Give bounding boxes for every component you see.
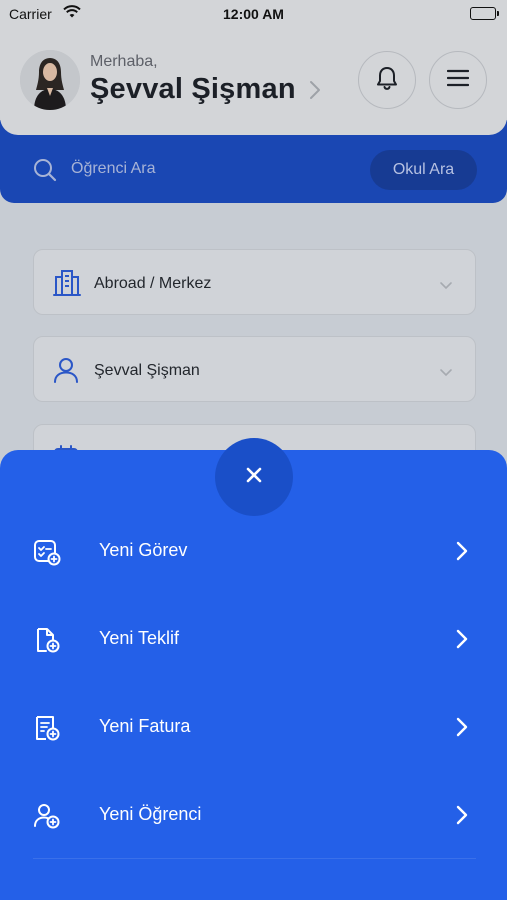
document-add-icon xyxy=(33,626,61,659)
menu-button[interactable] xyxy=(429,51,487,109)
building-icon xyxy=(52,269,82,302)
search-icon xyxy=(33,158,57,187)
user-icon xyxy=(52,356,80,389)
branch-select[interactable]: Abroad / Merkez xyxy=(33,249,476,315)
school-search-button[interactable]: Okul Ara xyxy=(370,150,477,190)
new-task-item[interactable]: Yeni Görev xyxy=(0,521,507,581)
clock: 12:00 AM xyxy=(223,6,284,22)
user-name[interactable]: Şevval Şişman xyxy=(90,73,296,106)
new-invoice-label: Yeni Fatura xyxy=(99,716,191,736)
chevron-down-icon xyxy=(439,277,453,295)
new-offer-item[interactable]: Yeni Teklif xyxy=(0,609,507,669)
new-student-item[interactable]: Yeni Öğrenci xyxy=(0,785,507,845)
chevron-right-icon xyxy=(455,716,469,743)
chevron-right-icon[interactable] xyxy=(309,80,321,105)
chevron-right-icon xyxy=(455,540,469,567)
greeting-text: Merhaba, xyxy=(90,53,158,70)
chevron-right-icon xyxy=(455,628,469,655)
branch-value: Abroad / Merkez xyxy=(94,275,212,292)
close-button[interactable] xyxy=(215,438,293,516)
new-offer-label: Yeni Teklif xyxy=(99,628,180,648)
notifications-button[interactable] xyxy=(358,51,416,109)
chevron-right-icon xyxy=(455,804,469,831)
close-icon xyxy=(246,467,262,488)
new-student-label: Yeni Öğrenci xyxy=(99,804,202,824)
hamburger-icon xyxy=(446,69,470,92)
status-bar: Carrier 12:00 AM xyxy=(0,0,507,28)
new-task-label: Yeni Görev xyxy=(99,540,188,560)
task-add-icon xyxy=(33,538,61,571)
new-invoice-item[interactable]: Yeni Fatura xyxy=(0,697,507,757)
invoice-add-icon xyxy=(33,714,61,747)
chevron-down-icon xyxy=(439,364,453,382)
battery-icon xyxy=(470,7,499,20)
bell-icon xyxy=(375,65,399,96)
user-select[interactable]: Şevval Şişman xyxy=(33,336,476,402)
user-add-icon xyxy=(33,802,61,835)
search-input[interactable]: Öğrenci Ara xyxy=(71,160,155,178)
divider xyxy=(33,858,476,859)
user-value: Şevval Şişman xyxy=(94,362,200,379)
avatar[interactable] xyxy=(20,50,80,110)
